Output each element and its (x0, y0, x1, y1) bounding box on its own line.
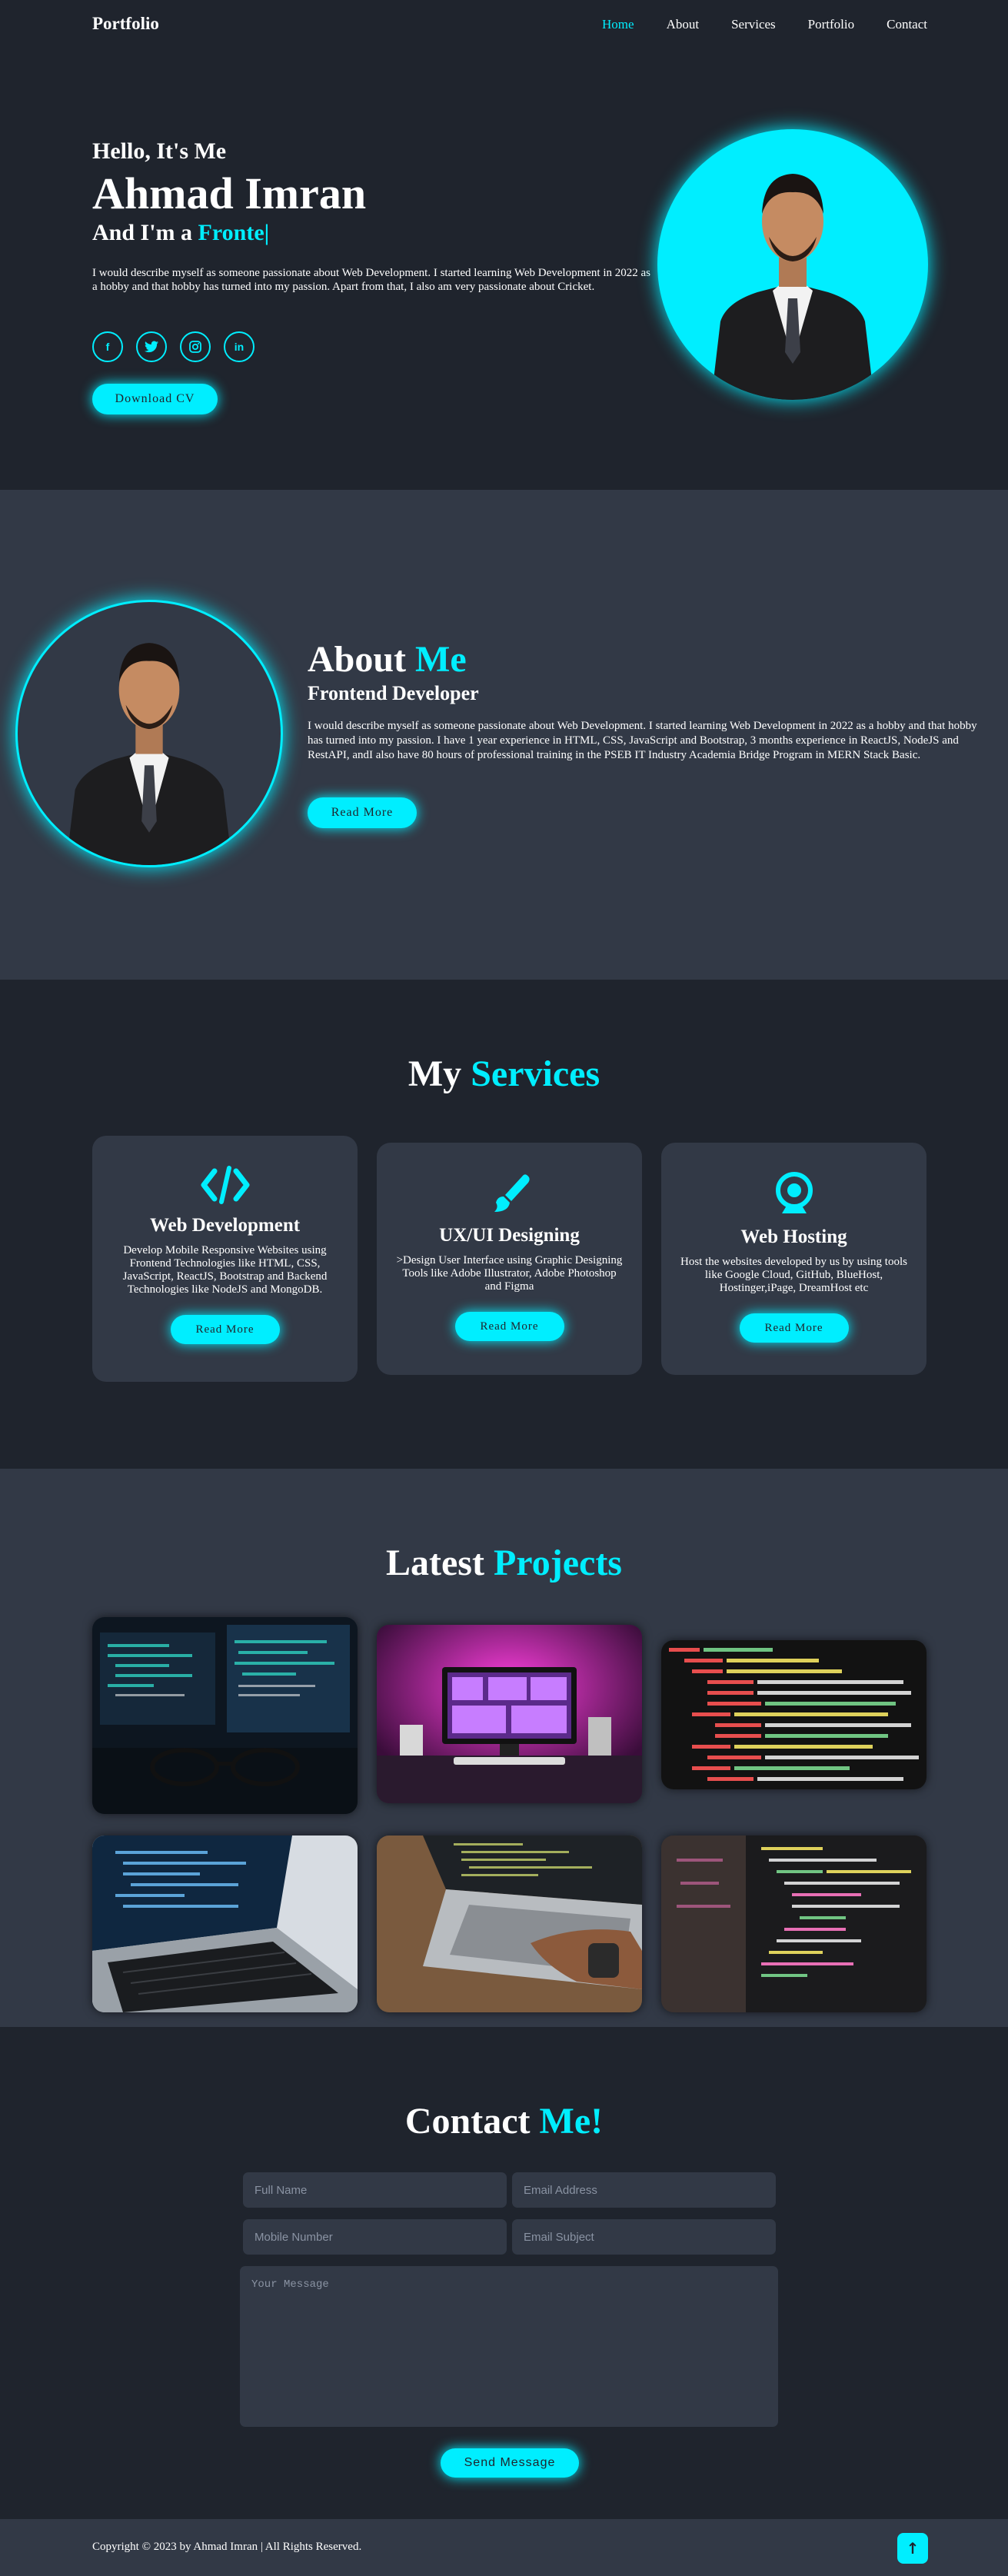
hero-name: Ahmad Imran (92, 168, 367, 218)
full-name-input[interactable]: Full Name (243, 2172, 507, 2208)
greeting: Hello, It's Me (92, 138, 227, 164)
contact-title-accent: Me! (539, 2101, 604, 2142)
service-card-ux-ui: UX/UI Designing >Design User Interface u… (377, 1143, 642, 1375)
hero-role: And I'm a Fronte| (92, 220, 269, 246)
main-nav: Home About Services Portfolio Contact (602, 17, 927, 32)
copyright-text: Copyright © 2023 by Ahmad Imran | All Ri… (92, 2541, 362, 2553)
about-section: About Me Frontend Developer I would desc… (0, 490, 1008, 980)
project-thumbnail (661, 1835, 926, 2012)
services-title-text: My (408, 1053, 471, 1094)
code-icon (201, 1166, 249, 1204)
service-title: Web Hosting (740, 1226, 847, 1247)
contact-title: Contact Me! (0, 2100, 1008, 2142)
project-thumbnail (661, 1640, 926, 1789)
mobile-number-input[interactable]: Mobile Number (243, 2219, 507, 2255)
laptop-code-image[interactable] (92, 1835, 358, 2012)
person-illustration (711, 174, 874, 400)
service-read-more-button[interactable]: Read More (739, 1313, 849, 1343)
send-message-button[interactable]: Send Message (441, 2448, 579, 2478)
facebook-icon[interactable]: f (92, 331, 123, 362)
about-description: I would describe myself as someone passi… (308, 720, 977, 761)
about-title-accent: Me (415, 639, 467, 680)
monitors-glasses-image[interactable] (92, 1617, 358, 1814)
about-title: About Me (308, 638, 467, 681)
service-read-more-button[interactable]: Read More (454, 1312, 564, 1341)
about-subtitle: Frontend Developer (308, 682, 479, 704)
project-thumbnail (92, 1617, 358, 1814)
back-to-top-button[interactable]: ↑ (897, 2533, 928, 2564)
site-header: Portfolio Home About Services Portfolio … (0, 0, 1008, 52)
project-thumbnail (377, 1835, 642, 2012)
contact-section: Contact Me! Full Name Email Address Mobi… (0, 2027, 1008, 2519)
laptop-typing-image[interactable] (377, 1835, 642, 2012)
about-profile-image (15, 600, 283, 867)
projects-title: Latest Projects (0, 1542, 1008, 1584)
services-title-accent: Services (471, 1053, 600, 1094)
service-card-web-hosting: Web Hosting Host the websites developed … (661, 1143, 926, 1375)
role-prefix: And I'm a (92, 220, 198, 245)
twitter-icon[interactable] (136, 331, 167, 362)
site-footer: Copyright © 2023 by Ahmad Imran | All Ri… (0, 2519, 1008, 2576)
role-typed: Fronte (198, 220, 264, 245)
projects-section: Latest Projects (0, 1469, 1008, 2027)
contact-title-text: Contact (404, 2101, 540, 2142)
pink-desk-setup-image[interactable] (377, 1625, 642, 1803)
home-section: Hello, It's Me Ahmad Imran And I'm a Fro… (0, 52, 1008, 490)
service-text: Host the websites developed by us by usi… (680, 1256, 907, 1294)
code-screen-image[interactable] (661, 1835, 926, 2012)
hero-description: I would describe myself as someone passi… (92, 267, 651, 293)
email-address-input[interactable]: Email Address (512, 2172, 776, 2208)
arrow-up-icon: ↑ (906, 2539, 920, 2558)
service-read-more-button[interactable]: Read More (170, 1315, 280, 1344)
linkedin-icon[interactable]: in (224, 331, 254, 362)
service-text: Develop Mobile Responsive Websites using… (122, 1244, 328, 1296)
about-title-text: About (308, 639, 416, 680)
service-text: >Design User Interface using Graphic Des… (396, 1254, 623, 1293)
social-links: f in (92, 331, 254, 362)
services-section: My Services Web Development Develop Mobi… (0, 980, 1008, 1469)
code-editor-image[interactable] (661, 1640, 926, 1789)
email-subject-input[interactable]: Email Subject (512, 2219, 776, 2255)
services-title: My Services (0, 1053, 1008, 1095)
about-read-more-button[interactable]: Read More (308, 797, 417, 828)
site-logo[interactable]: Portfolio (92, 14, 159, 34)
send-message-label: Send Message (464, 2456, 556, 2469)
message-textarea[interactable]: Your Message (240, 2266, 778, 2427)
hero-profile-image (657, 129, 928, 400)
service-card-web-development: Web Development Develop Mobile Responsiv… (92, 1136, 358, 1382)
nav-contact[interactable]: Contact (887, 17, 927, 32)
webcam-icon (775, 1172, 813, 1213)
nav-about[interactable]: About (667, 17, 700, 32)
service-title: UX/UI Designing (439, 1225, 580, 1246)
paintbrush-icon (494, 1174, 530, 1212)
nav-portfolio[interactable]: Portfolio (808, 17, 854, 32)
nav-services[interactable]: Services (731, 17, 776, 32)
project-thumbnail (92, 1835, 358, 2012)
projects-title-text: Latest (386, 1543, 494, 1583)
download-cv-button[interactable]: Download CV (92, 384, 218, 414)
service-title: Web Development (149, 1215, 301, 1236)
person-illustration (65, 643, 233, 865)
project-thumbnail (377, 1625, 642, 1803)
projects-title-accent: Projects (493, 1543, 622, 1583)
nav-home[interactable]: Home (602, 17, 634, 32)
instagram-icon[interactable] (180, 331, 211, 362)
typing-cursor: | (264, 220, 270, 245)
